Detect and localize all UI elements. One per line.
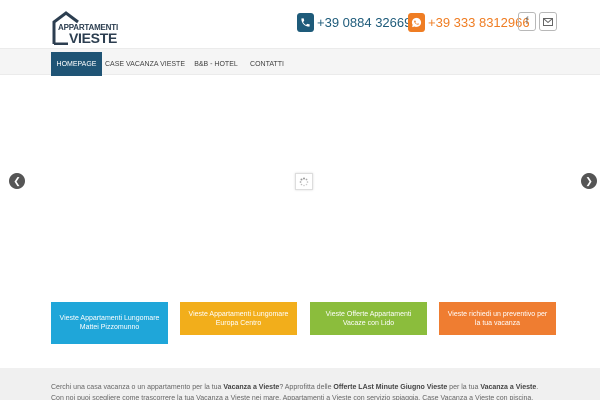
phone-number-1: +39 0884 326690: [317, 14, 419, 30]
hero-slider: ❮ ❯: [0, 76, 600, 286]
loading-spinner-icon: [299, 177, 309, 186]
intro-bold: Vacanza a Vieste: [480, 384, 537, 391]
intro-part: per la tua: [447, 384, 481, 391]
slider-loader: [295, 173, 313, 190]
nav-item-contatti[interactable]: CONTATTI: [246, 52, 288, 76]
facebook-button[interactable]: f: [518, 12, 536, 31]
phone-contact-1[interactable]: +39 0884 326690: [297, 12, 419, 32]
chevron-right-icon: ❯: [585, 175, 593, 186]
nav-item-bb-hotel[interactable]: B&B - HOTEL: [191, 52, 241, 76]
whatsapp-icon: [408, 12, 425, 32]
nav-item-case-vacanza-vieste[interactable]: CASE VACANZA VIESTE: [105, 52, 185, 76]
site-header: APPARTAMENTI VIESTE +39 0884 326690 +39 …: [0, 0, 600, 48]
intro-bold: Offerte LAst Minute Giugno Vieste: [333, 384, 448, 391]
slider-next-button[interactable]: ❯: [581, 173, 597, 189]
site-logo[interactable]: APPARTAMENTI VIESTE: [52, 11, 122, 45]
nav-item-homepage[interactable]: HOMEPAGE: [51, 52, 102, 76]
intro-bold: Vacanza a Vieste: [223, 384, 280, 391]
intro-section: Cerchi una casa vacanza o un appartament…: [0, 368, 600, 400]
slider-prev-button[interactable]: ❮: [9, 173, 25, 189]
chevron-left-icon: ❮: [13, 175, 21, 186]
main-nav: HOMEPAGE CASE VACANZA VIESTE B&B - HOTEL…: [0, 48, 600, 76]
intro-text: Cerchi una casa vacanza o un appartament…: [51, 382, 551, 400]
intro-part: ? Approfitta delle: [279, 384, 334, 391]
box-offerte-lido[interactable]: Vieste Offerte Appartamenti Vacaze con L…: [310, 302, 427, 335]
phone-number-2: +39 333 8312966: [428, 14, 530, 30]
phone-contact-2[interactable]: +39 333 8312966: [408, 12, 530, 32]
box-lungomare-europa[interactable]: Vieste Appartamenti Lungomare Europa Cen…: [180, 302, 297, 335]
phone-icon: [297, 12, 314, 32]
mail-button[interactable]: [539, 12, 557, 31]
box-preventivo[interactable]: Vieste richiedi un preventivo per la tua…: [439, 302, 556, 335]
facebook-icon: f: [525, 16, 529, 27]
mail-icon: [543, 17, 553, 26]
logo-line2: VIESTE: [69, 30, 117, 46]
box-lungomare-mattei[interactable]: Vieste Appartamenti Lungomare Mattei Piz…: [51, 302, 168, 344]
intro-part: Cerchi una casa vacanza o un appartament…: [51, 384, 224, 391]
